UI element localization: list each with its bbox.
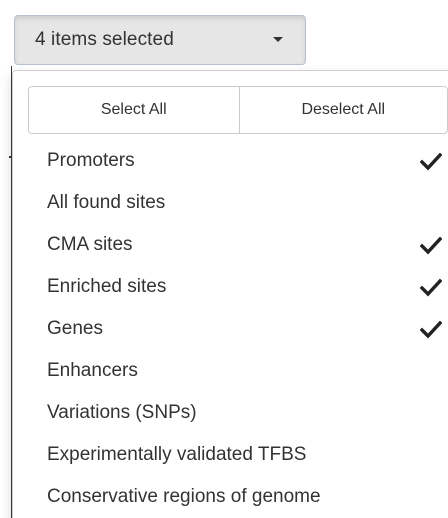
checkmark-icon xyxy=(420,278,442,297)
page: 4 items selected Select All Deselect All… xyxy=(0,0,448,518)
option-label: Experimentally validated TFBS xyxy=(47,444,307,465)
option-item[interactable]: Enriched sites xyxy=(12,266,448,308)
option-item[interactable]: Genes xyxy=(12,308,448,350)
option-label: Conservative regions of genome xyxy=(47,486,321,507)
option-item[interactable]: Conservative regions of genome xyxy=(12,476,448,518)
deselect-all-button[interactable]: Deselect All xyxy=(238,86,448,134)
option-label: Promoters xyxy=(47,150,135,171)
option-label: All found sites xyxy=(47,192,166,213)
caret-down-icon xyxy=(273,37,283,42)
option-item[interactable]: Enhancers xyxy=(12,350,448,392)
option-item[interactable]: All found sites xyxy=(12,182,448,224)
option-label: Enriched sites xyxy=(47,276,167,297)
option-item[interactable]: Experimentally validated TFBS xyxy=(12,434,448,476)
dropdown-button-label: 4 items selected xyxy=(35,29,174,50)
multiselect-dropdown-button[interactable]: 4 items selected xyxy=(14,15,306,65)
option-item[interactable]: Promoters xyxy=(12,140,448,182)
option-item[interactable]: Variations (SNPs) xyxy=(12,392,448,434)
option-item[interactable]: CMA sites xyxy=(12,224,448,266)
checkmark-icon xyxy=(420,152,442,171)
checkmark-icon xyxy=(420,236,442,255)
option-label: CMA sites xyxy=(47,234,133,255)
option-label: Variations (SNPs) xyxy=(47,402,197,423)
select-all-button[interactable]: Select All xyxy=(28,86,240,134)
options-list: Promoters All found sites CMA sites Enri… xyxy=(12,140,448,518)
option-label: Genes xyxy=(47,318,103,339)
select-actions-group: Select All Deselect All xyxy=(28,86,448,134)
option-label: Enhancers xyxy=(47,360,138,381)
checkmark-icon xyxy=(420,320,442,339)
